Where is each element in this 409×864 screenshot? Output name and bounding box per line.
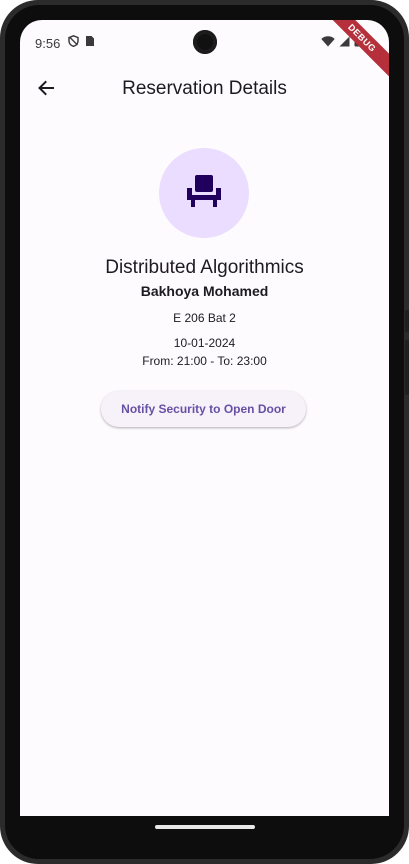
app-screen: 9:56 DEBUG Reservation Details Distribut… bbox=[20, 20, 389, 838]
status-icons-left bbox=[68, 34, 95, 50]
front-camera bbox=[193, 30, 217, 54]
status-time: 9:56 bbox=[35, 36, 61, 51]
reservation-time-range: From: 21:00 - To: 23:00 bbox=[142, 354, 267, 368]
course-title: Distributed Algorithmics bbox=[105, 257, 304, 278]
home-indicator[interactable] bbox=[155, 825, 255, 829]
app-bar: Reservation Details bbox=[20, 70, 389, 110]
page-title: Reservation Details bbox=[122, 78, 287, 99]
sim-card-icon bbox=[85, 35, 95, 50]
shield-icon bbox=[68, 34, 79, 50]
wifi-icon bbox=[321, 35, 335, 50]
reservation-avatar bbox=[159, 148, 249, 238]
volume-button bbox=[405, 340, 409, 395]
navigation-bar bbox=[20, 816, 389, 840]
person-name: Bakhoya Mohamed bbox=[140, 283, 269, 299]
status-bar: 9:56 DEBUG bbox=[20, 20, 389, 83]
notify-security-button[interactable]: Notify Security to Open Door bbox=[101, 391, 306, 427]
seat-icon bbox=[185, 173, 223, 214]
reservation-date: 10-01-2024 bbox=[173, 336, 236, 350]
power-button bbox=[405, 310, 409, 332]
room-label: E 206 Bat 2 bbox=[173, 311, 236, 325]
signal-icon bbox=[339, 35, 350, 50]
